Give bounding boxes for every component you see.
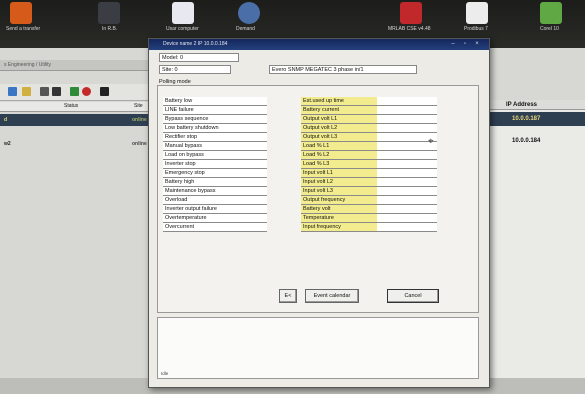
maximize-icon[interactable]: ▫ (461, 41, 469, 48)
alarm-item[interactable]: Battery low (163, 97, 267, 106)
measurement-item[interactable]: Est.used up time (301, 97, 437, 106)
status-text: Idle (161, 371, 169, 376)
table-row[interactable]: w2 online (0, 138, 160, 150)
measurement-label: Output frequency (301, 196, 377, 204)
measurement-item[interactable]: Output volt L1 (301, 115, 437, 124)
alarm-list: Battery low LINE failure Bypass sequence… (163, 97, 267, 232)
device-settings-dialog: Device name 2 IP 10.0.0.184 – ▫ × Model:… (148, 38, 490, 388)
chart-icon[interactable] (22, 87, 31, 96)
ip-address-header[interactable]: IP Address (488, 100, 585, 110)
model-field[interactable]: Model: 0 (159, 53, 239, 62)
measurement-label: Output volt L1 (301, 115, 377, 123)
rb-app-icon[interactable] (98, 2, 120, 24)
measurement-item[interactable]: Input volt L3 (301, 187, 437, 196)
corel-app-icon[interactable] (540, 2, 562, 24)
measurement-item[interactable]: Battery volt (301, 205, 437, 214)
desktop-icon-label: Demand (236, 26, 255, 32)
measurement-label: Temperature (301, 214, 377, 222)
measurement-label: Battery current (301, 106, 377, 114)
measurement-item[interactable]: Output volt L3 (301, 133, 437, 142)
desktop-icon-label: Corel 10 (540, 26, 559, 32)
measurement-label: Output volt L3 (301, 133, 377, 141)
dialog-title: Device name 2 IP 10.0.0.184 (163, 41, 228, 47)
row-name: d (4, 117, 8, 123)
minimize-icon[interactable]: – (449, 41, 457, 48)
desktop-icon-label: Prodibus 7 (464, 26, 488, 32)
measurement-label: Load % L2 (301, 151, 377, 159)
alarm-item[interactable]: Emergency stop (163, 169, 267, 178)
table-row[interactable]: d online (0, 114, 160, 126)
measurement-item[interactable]: Battery current (301, 106, 437, 115)
alarm-item[interactable]: Maintenance bypass (163, 187, 267, 196)
desktop-icon-label: MRLAB CSE v4.48 (388, 26, 431, 32)
measurement-label: Output volt L2 (301, 124, 377, 132)
prodibus-app-icon[interactable] (466, 2, 488, 24)
demand-app-icon[interactable] (238, 2, 260, 24)
list-icon[interactable] (40, 87, 49, 96)
transfer-app-icon[interactable] (10, 2, 32, 24)
computer-app-icon[interactable] (172, 2, 194, 24)
row-status: online (132, 117, 147, 123)
measurement-item[interactable]: Input volt L1 (301, 169, 437, 178)
measurement-label: Input frequency (301, 223, 377, 231)
grid-icon[interactable] (70, 87, 79, 96)
alarm-item[interactable]: Overtemperature (163, 214, 267, 223)
stop-icon[interactable] (82, 87, 91, 96)
ip-row[interactable]: 10.0.0.184 (488, 134, 585, 148)
measurement-label: Input volt L2 (301, 178, 377, 186)
measurement-item[interactable]: Load % L3 (301, 160, 437, 169)
measurement-item[interactable]: Temperature (301, 214, 437, 223)
measurement-item[interactable]: Output frequency (301, 196, 437, 205)
measurement-label: Est.used up time (301, 97, 377, 105)
alarm-item[interactable]: Bypass sequence (163, 115, 267, 124)
status-column-header[interactable]: Status (64, 103, 78, 109)
measurement-item[interactable]: Input frequency (301, 223, 437, 232)
square-icon[interactable] (100, 87, 109, 96)
bg-tab-row[interactable]: s Engineering / Utility (0, 60, 160, 71)
measurement-label: Battery volt (301, 205, 377, 213)
alarm-item[interactable]: Inverter output failure (163, 205, 267, 214)
desktop-icon-label: Send a transfer (6, 26, 41, 32)
row-name: w2 (4, 141, 11, 147)
play-icon[interactable] (52, 87, 61, 96)
close-icon[interactable]: × (473, 41, 481, 48)
alarm-item[interactable]: LINE failure (163, 106, 267, 115)
bg-tab-text: s Engineering / Utility (4, 62, 51, 68)
measurement-item[interactable]: Load % L1 (301, 142, 437, 151)
measurement-label: Load % L1 (301, 142, 377, 150)
alarm-item[interactable]: Rectifier stop (163, 133, 267, 142)
previous-button[interactable]: E< (279, 289, 297, 303)
measurement-label: Load % L3 (301, 160, 377, 168)
refresh-icon[interactable] (8, 87, 17, 96)
measurement-item[interactable]: Output volt L2 (301, 124, 437, 133)
desktop-icon-label: Usar computer (166, 26, 199, 32)
ip-row[interactable]: 10.0.0.187 (488, 112, 585, 126)
mrlab-app-icon[interactable] (400, 2, 422, 24)
alarm-item[interactable]: Inverter stop (163, 160, 267, 169)
cancel-button[interactable]: Cancel (387, 289, 439, 303)
log-area[interactable] (157, 317, 479, 379)
dialog-title-bar[interactable]: Device name 2 IP 10.0.0.184 – ▫ × (149, 39, 489, 50)
row-status: online (132, 141, 147, 147)
bg-toolbar (0, 84, 160, 101)
desktop-icon-label: In R.B. (102, 26, 118, 32)
measurement-list: Est.used up time Battery current Output … (301, 97, 437, 232)
site-field[interactable]: Site: 0 (159, 65, 231, 74)
alarm-item[interactable]: Manual bypass (163, 142, 267, 151)
device-type-field[interactable]: Evero SNMP MEGATEC 3 phase in/1 (269, 65, 417, 74)
alarm-item[interactable]: Overload (163, 196, 267, 205)
measurement-label: Input volt L1 (301, 169, 377, 177)
event-calendar-button[interactable]: Event calendar (305, 289, 359, 303)
bg-grid-header: Status Site (0, 102, 160, 112)
measurement-item[interactable]: Load % L2 (301, 151, 437, 160)
alarm-item[interactable]: Battery high (163, 178, 267, 187)
alarm-item[interactable]: Low battery shutdown (163, 124, 267, 133)
mouse-cursor-icon: ⌖ (428, 136, 434, 147)
alarm-item[interactable]: Load on bypass (163, 151, 267, 160)
measurement-label: Input volt L3 (301, 187, 377, 195)
alarm-item[interactable]: Overcurrent (163, 223, 267, 232)
measurement-item[interactable]: Input volt L2 (301, 178, 437, 187)
ip-column-panel: IP Address 10.0.0.187 10.0.0.184 (488, 100, 585, 390)
site-column-header[interactable]: Site (134, 103, 143, 109)
